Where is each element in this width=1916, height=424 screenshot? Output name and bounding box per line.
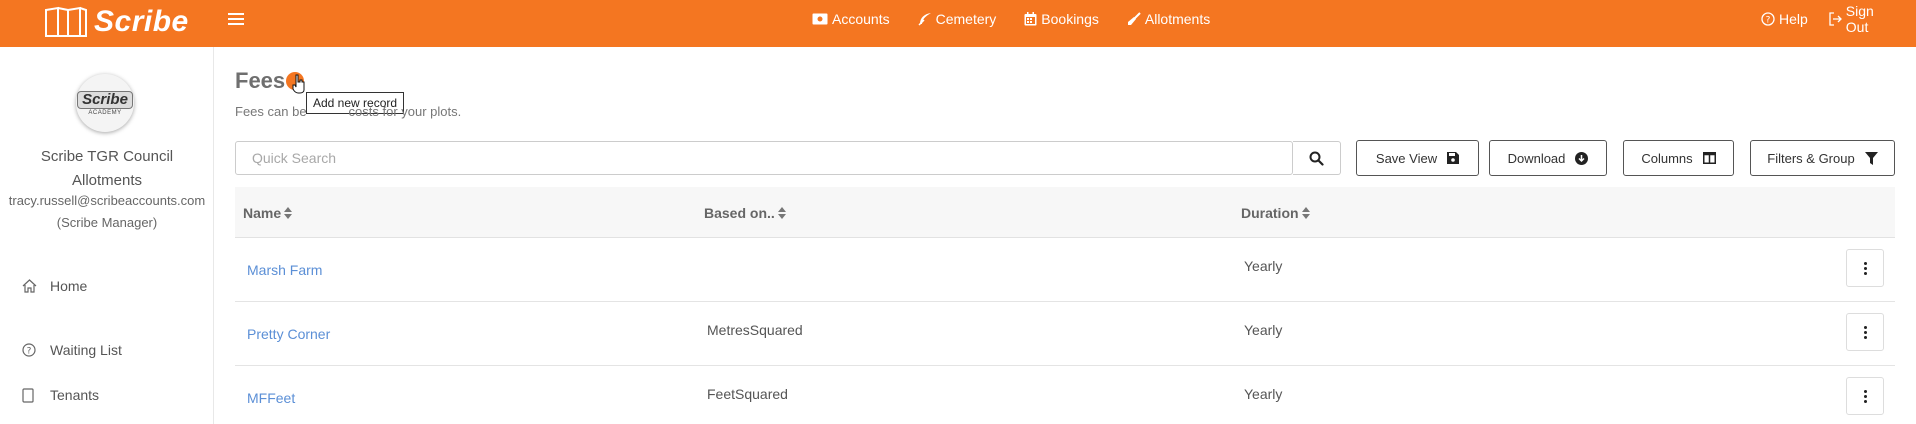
columns-label: Columns [1641, 150, 1693, 166]
fee-name-link[interactable]: MFFeet [247, 390, 295, 406]
nav-allotments[interactable]: Allotments [1127, 11, 1210, 27]
filter-icon [1864, 151, 1878, 165]
subtitle-right: costs for your plots. [348, 104, 462, 119]
filters-group-button[interactable]: Filters & Group [1750, 140, 1895, 176]
avatar: Scribe ACADEMY [76, 74, 134, 132]
download-circle-icon [1575, 151, 1589, 165]
row-actions-button[interactable] [1846, 377, 1884, 415]
column-header-duration[interactable]: Duration [1241, 187, 1310, 238]
svg-text:?: ? [27, 347, 32, 357]
menu-toggle-icon[interactable] [228, 10, 244, 26]
help-circle-icon: ? [1761, 11, 1775, 26]
accounts-icon [812, 13, 828, 25]
help-label: Help [1779, 10, 1808, 27]
row-actions-button[interactable] [1846, 249, 1884, 287]
fee-name-link[interactable]: Pretty Corner [247, 326, 330, 342]
calendar-icon [1024, 11, 1037, 26]
home-icon [22, 279, 38, 293]
search-button[interactable] [1293, 141, 1341, 175]
brand-name: Scribe [94, 5, 189, 38]
fee-based-on: MetresSquared [707, 322, 803, 338]
table-row: Marsh Farm Yearly [235, 238, 1895, 302]
column-header-label: Name [243, 204, 282, 221]
sign-out-link[interactable]: Sign Out [1828, 3, 1896, 35]
sort-icon [1301, 206, 1310, 220]
sidebar-item-home[interactable]: Home [22, 278, 87, 294]
fee-duration: Yearly [1244, 258, 1283, 274]
org-name-line1: Scribe TGR Council [40, 148, 174, 165]
page-title: Fees [235, 68, 286, 93]
org-name: Scribe TGR Council Allotments [0, 145, 214, 193]
nav-accounts[interactable]: Accounts [812, 11, 890, 27]
top-navbar: Scribe Accounts Cemetery Bookings Allotm… [0, 0, 1916, 47]
subtitle-left: Fees can be [235, 104, 307, 119]
shovel-icon [1127, 11, 1141, 26]
sidebar-item-label: Tenants [50, 387, 100, 403]
user-nav: ? Help Sign Out [1761, 0, 1916, 37]
sidebar: Scribe ACADEMY Scribe TGR Council Allotm… [0, 47, 214, 424]
nav-accounts-label: Accounts [832, 10, 890, 27]
book-logo-icon [45, 6, 87, 37]
question-circle-icon: ? [22, 343, 38, 357]
main-nav: Accounts Cemetery Bookings Allotments [812, 0, 1238, 37]
sidebar-item-label: Waiting List [50, 342, 122, 358]
sidebar-item-label: Home [50, 278, 88, 294]
fee-name-link[interactable]: Marsh Farm [247, 262, 322, 278]
nav-cemetery-label: Cemetery [935, 10, 997, 27]
sidebar-item-waiting-list[interactable]: ? Waiting List [22, 342, 122, 358]
fee-duration: Yearly [1244, 386, 1283, 402]
download-label: Download [1507, 150, 1566, 166]
sort-icon [284, 206, 293, 220]
nav-cemetery[interactable]: Cemetery [918, 10, 997, 27]
nav-bookings-label: Bookings [1041, 10, 1099, 27]
brand-logo[interactable]: Scribe [44, 2, 189, 42]
column-header-name[interactable]: Name [243, 187, 293, 238]
hand-cursor-icon [292, 74, 306, 99]
avatar-sub-text: ACADEMY [88, 109, 122, 116]
tenants-icon [22, 387, 38, 403]
avatar-logo-text: Scribe [77, 90, 133, 109]
feather-icon [918, 12, 932, 26]
columns-icon [1702, 152, 1716, 164]
row-actions-button[interactable] [1846, 313, 1884, 351]
table-row: Pretty Corner MetresSquared Yearly [235, 302, 1895, 366]
table-row: MFFeet FeetSquared Yearly [235, 366, 1895, 424]
save-view-button[interactable]: Save View [1356, 140, 1479, 176]
column-header-label: Duration [1241, 204, 1299, 221]
sidebar-item-tenants[interactable]: Tenants [22, 387, 99, 403]
search-icon [1309, 151, 1324, 166]
page-subtitle: Fees can be costs for your plots. [235, 104, 461, 119]
nav-bookings[interactable]: Bookings [1024, 11, 1099, 27]
floppy-disk-icon [1447, 152, 1460, 164]
help-link[interactable]: ? Help [1761, 11, 1808, 27]
fee-based-on: FeetSquared [707, 386, 788, 402]
quick-search-input[interactable] [235, 141, 1293, 175]
fee-duration: Yearly [1244, 322, 1283, 338]
sign-out-label: Sign Out [1845, 2, 1874, 35]
table-header: Name Based on.. Duration [235, 187, 1895, 238]
sign-out-icon [1828, 11, 1842, 26]
user-role: (Scribe Manager) [56, 215, 158, 230]
download-button[interactable]: Download [1489, 140, 1607, 176]
nav-allotments-label: Allotments [1144, 10, 1211, 27]
save-view-label: Save View [1375, 150, 1438, 166]
sort-icon [777, 206, 786, 220]
column-header-label: Based on.. [704, 204, 775, 221]
user-email: tracy.russell@scribeaccounts.com [8, 193, 206, 208]
filters-group-label: Filters & Group [1767, 150, 1855, 166]
column-header-based-on[interactable]: Based on.. [704, 187, 786, 238]
columns-button[interactable]: Columns [1623, 140, 1734, 176]
org-name-line2: Allotments [71, 172, 143, 189]
svg-text:?: ? [1766, 15, 1771, 25]
